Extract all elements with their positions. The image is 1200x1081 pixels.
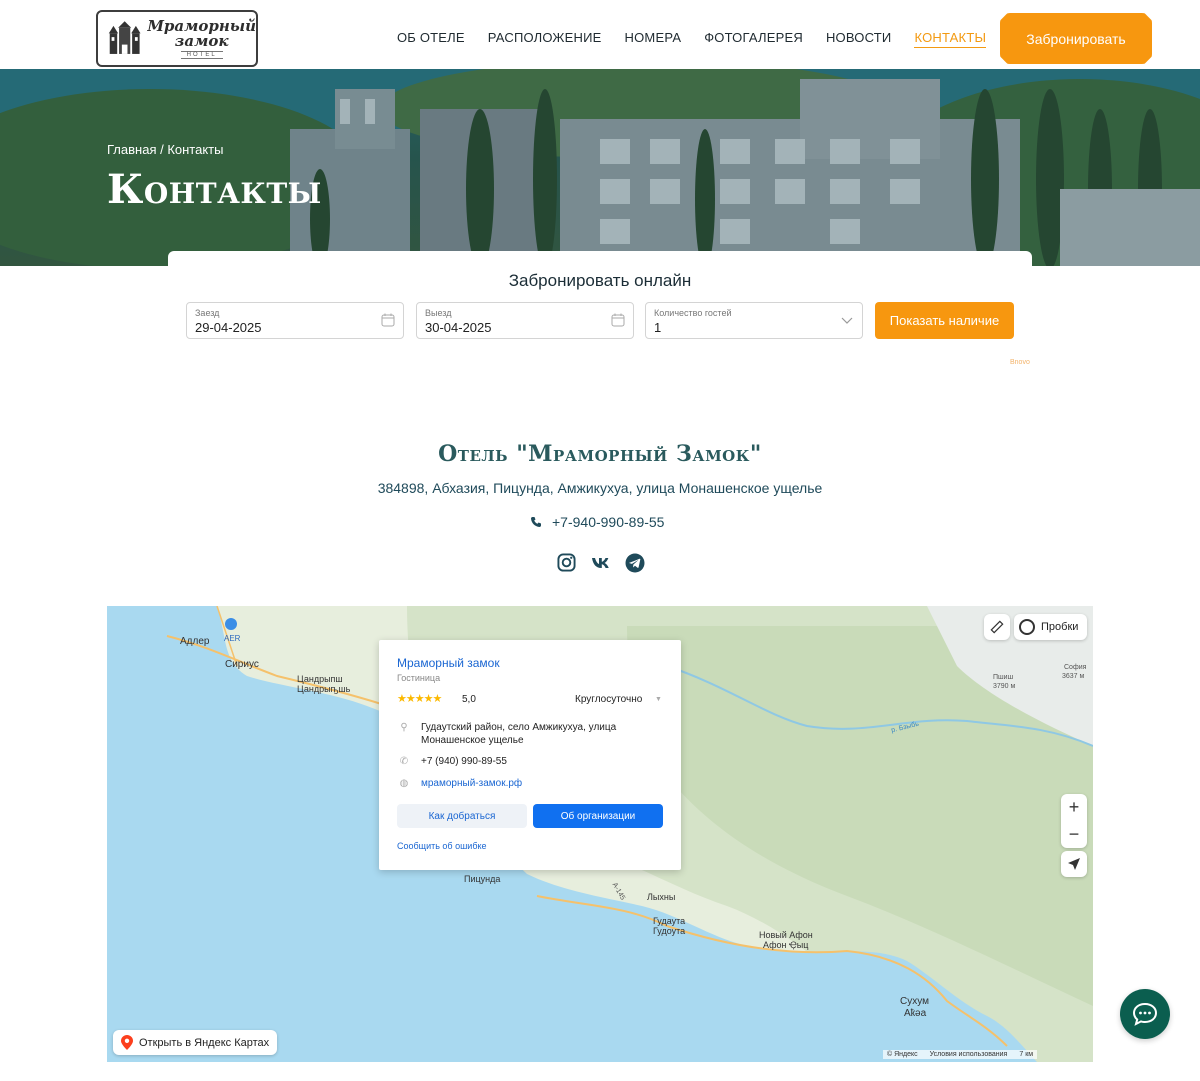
checkout-value[interactable]: 30-04-2025 <box>425 320 492 335</box>
page-title: Контакты <box>107 166 322 213</box>
castle-logo-icon <box>108 20 141 54</box>
open-in-yandex-maps-button[interactable]: Открыть в Яндекс Картах <box>113 1030 278 1055</box>
phone-link[interactable]: +7-940-990-89-55 <box>530 514 664 530</box>
hotel-logo[interactable]: Мраморный замок HOTEL <box>96 10 258 67</box>
traffic-label: Пробки <box>1041 621 1079 633</box>
hotel-name: Отель "Мраморный Замок" <box>438 441 762 467</box>
map-label-sukhum-abkhaz: Аҟәа <box>904 1008 927 1019</box>
show-availability-button[interactable]: Показать наличие <box>875 302 1014 339</box>
opening-hours[interactable]: Круглосуточно <box>575 694 642 705</box>
geolocation-button[interactable] <box>1061 851 1087 877</box>
org-website-link[interactable]: мраморный-замок.рф <box>421 778 661 791</box>
logo-line-3: HOTEL <box>180 50 223 59</box>
main-nav: Об отеле Расположение Номера Фотогалерея… <box>397 30 1009 48</box>
organization-popup: Мраморный замок Гостиница ★★★★★ 5,0 Круг… <box>379 640 681 870</box>
phone-icon <box>531 517 541 527</box>
map-copyright[interactable]: © Яндекс <box>887 1051 918 1058</box>
map-label-peak-sofia-height: 3637 м <box>1062 673 1085 680</box>
booking-widget: Забронировать онлайн Заезд 29-04-2025 Вы… <box>168 251 1032 369</box>
calendar-icon <box>381 313 395 327</box>
yandex-map[interactable]: Адлер AER Сириус Цандрыпш Цандрыҧшь Пицу… <box>107 606 1093 1062</box>
about-organization-button[interactable]: Об организации <box>533 804 663 828</box>
telegram-icon[interactable] <box>624 552 645 573</box>
chevron-down-icon <box>841 317 853 324</box>
calendar-icon <box>611 313 625 327</box>
instagram-icon[interactable] <box>556 552 577 573</box>
map-pin-icon <box>121 1035 133 1050</box>
open-in-yandex-label: Открыть в Яндекс Картах <box>139 1036 270 1049</box>
map-terms-link[interactable]: Условия использования <box>930 1051 1008 1058</box>
traffic-button[interactable]: Пробки <box>1014 614 1087 640</box>
map-label-lykhny: Лыхны <box>647 892 676 902</box>
nav-item-gallery[interactable]: Фотогалерея <box>704 30 803 48</box>
map-label-gudauta: Гудаута <box>653 916 686 926</box>
zoom-control: + − <box>1061 794 1087 848</box>
breadcrumb[interactable]: Главная / Контакты <box>107 142 223 157</box>
nav-item-rooms[interactable]: Номера <box>625 30 682 48</box>
map-label-adler: Адлер <box>180 636 210 647</box>
ruler-button[interactable] <box>984 614 1010 640</box>
map-label-gudauta-abkhaz: Гудоута <box>653 926 686 936</box>
map-label-peak-psha: Пшиш <box>993 674 1014 681</box>
phone-icon: ✆ <box>399 756 409 767</box>
org-phone-row: ✆ +7 (940) 990-89-55 <box>397 756 661 769</box>
globe-icon: ◍ <box>399 778 409 789</box>
ruler-icon <box>990 620 1004 634</box>
map-label-novy-afon-abkhaz: Афон Ҿыц <box>763 940 809 950</box>
navigation-arrow-icon <box>1068 858 1080 870</box>
bnovo-link[interactable]: Bnovo <box>1010 359 1030 366</box>
booking-title: Забронировать онлайн <box>508 271 692 290</box>
checkin-value[interactable]: 29-04-2025 <box>195 320 262 335</box>
org-phone[interactable]: +7 (940) 990-89-55 <box>421 756 661 769</box>
org-type: Гостиница <box>397 673 441 683</box>
map-footer: © Яндекс Условия использования 7 км <box>883 1050 1038 1059</box>
nav-item-news[interactable]: Новости <box>826 30 892 48</box>
map-label-aer: AER <box>224 634 241 643</box>
chevron-down-icon[interactable]: ▼ <box>655 696 662 703</box>
vk-icon[interactable] <box>590 552 611 573</box>
book-button[interactable]: Забронировать <box>1000 13 1152 64</box>
location-pin-icon: ⚲ <box>400 722 408 733</box>
map-scale: 7 км <box>1019 1051 1034 1058</box>
map-label-pitsunda: Пицунда <box>464 874 501 884</box>
zoom-out-button[interactable]: − <box>1061 821 1087 848</box>
guests-select[interactable]: Количество гостей 1 <box>645 302 863 339</box>
route-button[interactable]: Как добраться <box>397 804 527 828</box>
checkin-label: Заезд <box>195 308 220 318</box>
traffic-icon <box>1019 619 1035 635</box>
phone-number[interactable]: +7-940-990-89-55 <box>552 514 664 530</box>
org-name-link[interactable]: Мраморный замок <box>397 656 500 670</box>
checkout-label: Выезд <box>425 308 452 318</box>
chat-bubble-icon <box>1132 1002 1158 1026</box>
map-label-tsandrypsh: Цандрыпш <box>297 674 343 684</box>
org-address: Гудаутский район, село Амжикухуа, улица … <box>421 722 617 746</box>
hotel-address: 384898, Абхазия, Пицунда, Амжикухуа, ули… <box>377 480 823 496</box>
nav-item-contacts[interactable]: Контакты <box>914 30 987 48</box>
map-label-tsandrypsh-abkhaz: Цандрыҧшь <box>297 684 351 694</box>
map-label-peak-sofia: София <box>1064 664 1087 671</box>
map-label-sukhum: Сухум <box>900 996 929 1007</box>
chat-widget-button[interactable] <box>1120 989 1170 1039</box>
org-address-row: ⚲ Гудаутский район, село Амжикухуа, улиц… <box>397 722 661 747</box>
checkout-field[interactable]: Выезд 30-04-2025 <box>416 302 634 339</box>
guests-label: Количество гостей <box>654 308 732 318</box>
report-error-link[interactable]: Сообщить об ошибке <box>397 841 487 851</box>
map-label-peak-psha-height: 3790 м <box>993 683 1016 690</box>
org-website-row: ◍ мраморный-замок.рф <box>397 778 661 791</box>
logo-line-2: замок <box>174 31 229 50</box>
rating-value: 5,0 <box>462 694 476 705</box>
guests-value[interactable]: 1 <box>654 320 661 335</box>
site-header: Мраморный замок HOTEL Об отеле Расположе… <box>0 0 1200 69</box>
nav-item-location[interactable]: Расположение <box>488 30 602 48</box>
map-label-novy-afon: Новый Афон <box>759 930 813 940</box>
rating-stars: ★★★★★ <box>397 693 442 705</box>
checkin-field[interactable]: Заезд 29-04-2025 <box>186 302 404 339</box>
social-links <box>556 552 645 573</box>
nav-item-about[interactable]: Об отеле <box>397 30 465 48</box>
map-label-sirius: Сириус <box>225 659 259 670</box>
zoom-in-button[interactable]: + <box>1061 794 1087 821</box>
